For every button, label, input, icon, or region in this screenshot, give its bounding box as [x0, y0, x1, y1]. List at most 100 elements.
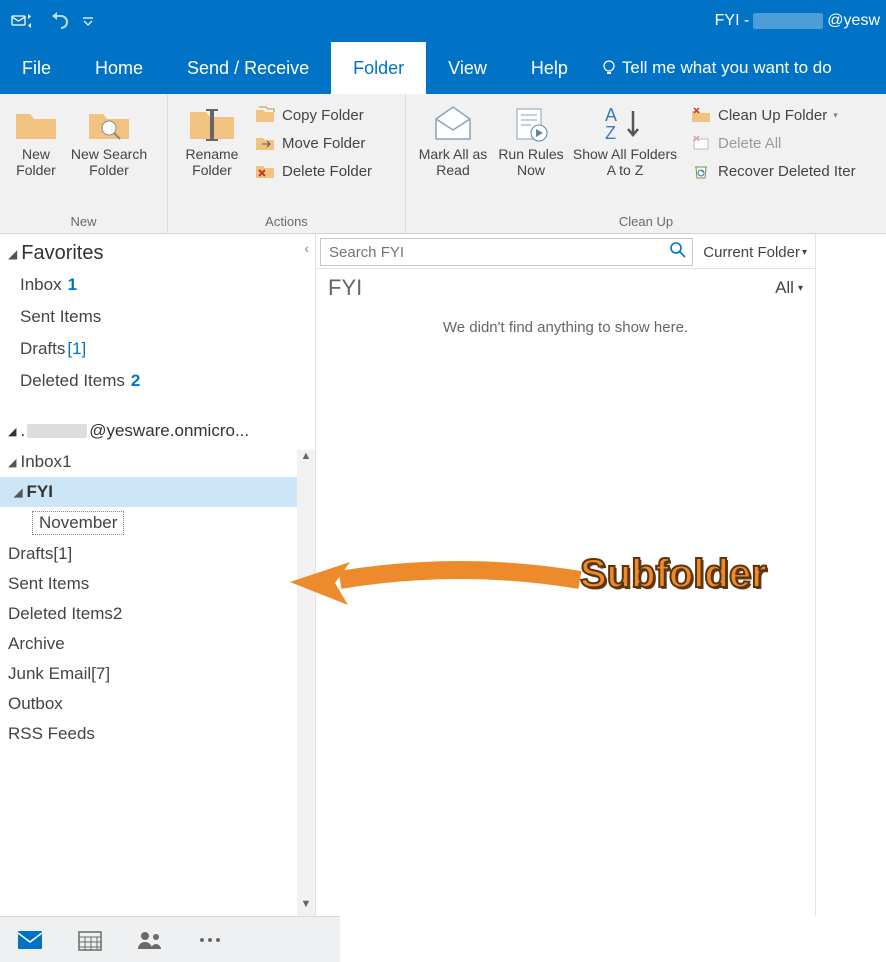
redacted-name: [753, 13, 823, 29]
delete-all-icon: [690, 133, 712, 153]
dropdown-icon: ▾: [833, 110, 838, 121]
tab-send-receive[interactable]: Send / Receive: [165, 42, 331, 94]
tab-view[interactable]: View: [426, 42, 509, 94]
account-suffix: @yesware.onmicro...: [89, 421, 249, 441]
ribbon-group-cleanup-label: Clean Up: [406, 214, 886, 233]
annotation-arrow: [280, 555, 590, 615]
ribbon-group-new: New Folder New Search Folder New: [0, 94, 168, 233]
folder-name: RSS Feeds: [8, 724, 95, 744]
tell-me-search[interactable]: Tell me what you want to do: [590, 42, 854, 94]
tree-item[interactable]: Junk Email[7]: [0, 659, 315, 689]
tree-item[interactable]: Drafts[1]: [0, 539, 315, 569]
scroll-down-icon[interactable]: ▼: [297, 898, 315, 916]
search-box[interactable]: [320, 238, 693, 266]
undo-icon[interactable]: [44, 9, 72, 33]
search-folder-icon: [87, 102, 131, 146]
tree-item[interactable]: Archive: [0, 629, 315, 659]
clean-up-folder-label: Clean Up Folder: [718, 107, 827, 124]
tree-item[interactable]: ◢FYI: [0, 477, 315, 507]
mail-nav-icon[interactable]: [16, 926, 44, 954]
search-row: Current Folder ▾: [316, 234, 815, 269]
rename-folder-button[interactable]: Rename Folder: [176, 100, 248, 178]
search-scope-label: Current Folder: [703, 244, 800, 261]
rename-folder-input[interactable]: November: [32, 511, 124, 535]
tree-item[interactable]: Deleted Items2: [0, 599, 315, 629]
filter-label: All: [775, 278, 794, 298]
folder-name: Deleted Items: [20, 371, 125, 391]
a-to-z-icon: AZ: [603, 102, 647, 146]
show-all-folders-button[interactable]: AZ Show All Folders A to Z: [570, 100, 680, 178]
triangle-down-icon: ◢: [14, 486, 22, 499]
svg-text:Z: Z: [605, 123, 616, 143]
calendar-nav-icon[interactable]: [76, 926, 104, 954]
mark-all-read-button[interactable]: Mark All as Read: [414, 100, 492, 178]
search-input[interactable]: [321, 244, 664, 261]
folder-scrollbar[interactable]: ▲ ▼: [297, 450, 315, 916]
tab-home[interactable]: Home: [73, 42, 165, 94]
move-folder-button[interactable]: Move Folder: [248, 130, 378, 156]
copy-folder-button[interactable]: Copy Folder: [248, 102, 378, 128]
mark-all-read-label: Mark All as Read: [414, 146, 492, 178]
draft-count: [7]: [91, 664, 110, 684]
move-folder-label: Move Folder: [282, 135, 365, 152]
lightbulb-icon: [600, 59, 618, 77]
favorites-header[interactable]: ◢ Favorites: [0, 234, 315, 269]
favorite-item[interactable]: Inbox1: [0, 269, 315, 301]
favorite-item[interactable]: Sent Items: [0, 301, 315, 333]
scroll-up-icon[interactable]: ▲: [297, 450, 315, 468]
folder-name: Sent Items: [8, 574, 89, 594]
folder-name: Outbox: [8, 694, 63, 714]
folder-name: Inbox: [20, 452, 62, 472]
tree-item[interactable]: RSS Feeds: [0, 719, 315, 749]
favorites-list: Inbox1Sent ItemsDrafts[1] Deleted Items 2: [0, 269, 315, 397]
delete-folder-label: Delete Folder: [282, 163, 372, 180]
envelope-open-icon: [432, 102, 474, 146]
account-header[interactable]: ◢ . @yesware.onmicro...: [0, 411, 300, 447]
unread-count: 2: [113, 604, 122, 624]
tab-folder[interactable]: Folder: [331, 42, 426, 94]
annotation-label: Subfolder: [580, 552, 767, 597]
run-rules-button[interactable]: Run Rules Now: [492, 100, 570, 178]
cleanup-folder-icon: [690, 105, 712, 125]
recover-deleted-button[interactable]: Recover Deleted Iter: [684, 158, 862, 184]
show-all-folders-label: Show All Folders A to Z: [570, 146, 680, 178]
title-suffix: @yesw: [827, 12, 880, 30]
delete-folder-icon: [254, 161, 276, 181]
more-nav-icon[interactable]: [196, 926, 224, 954]
favorite-item[interactable]: Drafts[1]: [0, 333, 315, 365]
run-rules-label: Run Rules Now: [492, 146, 570, 178]
tree-item[interactable]: ◢Inbox1: [0, 447, 315, 477]
copy-folder-label: Copy Folder: [282, 107, 364, 124]
new-search-folder-button[interactable]: New Search Folder: [64, 100, 154, 178]
new-search-folder-label: New Search Folder: [64, 146, 154, 178]
rename-folder-icon: [188, 102, 236, 146]
tab-file[interactable]: File: [0, 42, 73, 94]
filter-dropdown[interactable]: All ▾: [775, 278, 803, 298]
delete-all-button[interactable]: Delete All: [684, 130, 862, 156]
recycle-bin-icon: [690, 161, 712, 181]
search-scope-dropdown[interactable]: Current Folder ▾: [699, 244, 811, 261]
window-title: FYI - @yesw: [715, 12, 886, 30]
dropdown-icon: ▾: [802, 247, 807, 258]
unread-count: 2: [131, 371, 140, 391]
ribbon-group-new-label: New: [0, 214, 167, 233]
delete-folder-button[interactable]: Delete Folder: [248, 158, 378, 184]
search-icon[interactable]: [664, 241, 692, 264]
people-nav-icon[interactable]: [136, 926, 164, 954]
qat-customize-icon[interactable]: [80, 9, 96, 33]
collapse-pane-icon[interactable]: ‹: [304, 240, 309, 256]
tree-item[interactable]: Sent Items: [0, 569, 315, 599]
draft-count: [1]: [67, 339, 86, 359]
tree-item[interactable]: Outbox: [0, 689, 315, 719]
favorite-item[interactable]: Deleted Items 2: [0, 365, 315, 397]
new-folder-button[interactable]: New Folder: [8, 100, 64, 178]
title-prefix: FYI -: [715, 12, 750, 30]
tab-help[interactable]: Help: [509, 42, 590, 94]
draft-count: [1]: [53, 544, 72, 564]
navigation-bar: [0, 916, 340, 962]
triangle-down-icon: ◢: [8, 456, 16, 469]
send-receive-icon[interactable]: [8, 9, 36, 33]
mailbox-tree: ◢Inbox1◢FYINovemberDrafts[1]Sent ItemsDe…: [0, 447, 315, 749]
ribbon-group-cleanup: Mark All as Read Run Rules Now AZ Show A…: [406, 94, 886, 233]
clean-up-folder-button[interactable]: Clean Up Folder ▾: [684, 102, 862, 128]
